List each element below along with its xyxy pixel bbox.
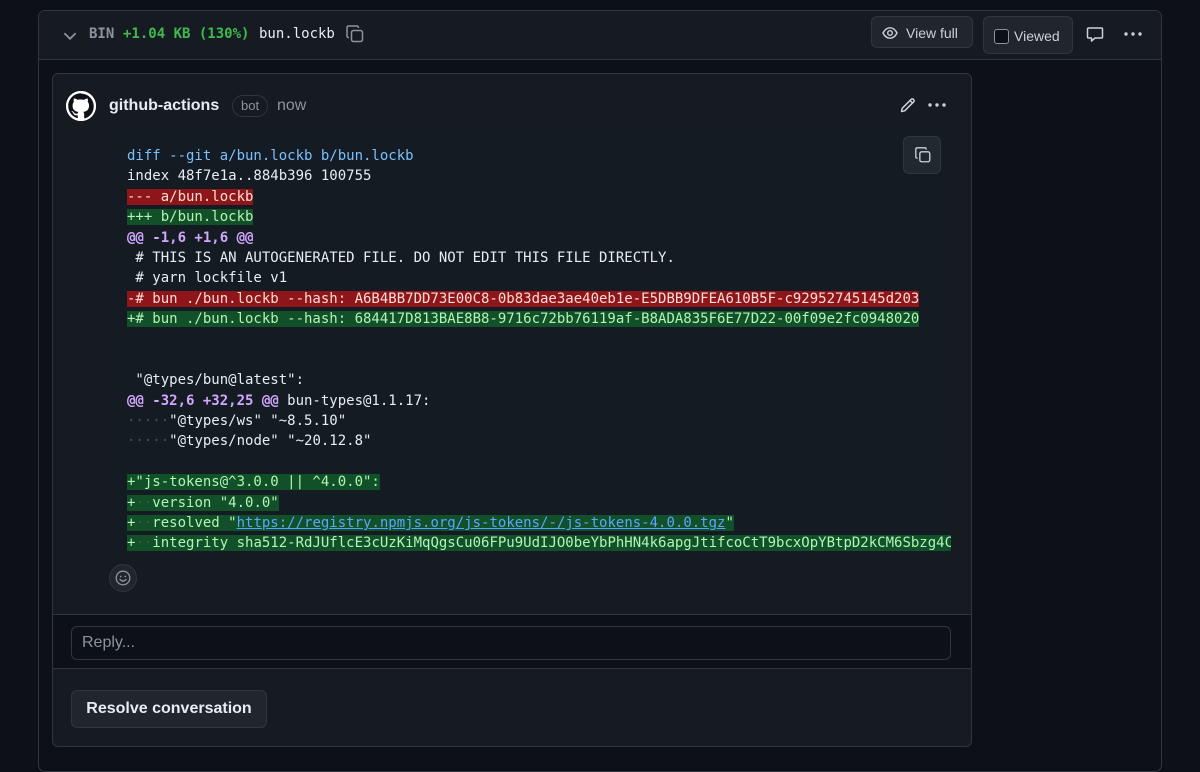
code-line-deleted: -# bun ./bun.lockb --hash: A6B4BB7DD73E0…: [127, 290, 920, 307]
add-reaction-button[interactable]: [109, 564, 137, 592]
smiley-icon: [115, 570, 131, 586]
code-line-added: +++ b/bun.lockb: [127, 209, 254, 226]
view-full-label: View full: [906, 25, 958, 41]
code-line: # yarn lockfile v1: [127, 270, 288, 287]
copy-icon: [915, 147, 931, 163]
diff-code-block: diff --git a/bun.lockb b/bun.lockb index…: [109, 126, 951, 554]
reply-area: [53, 614, 971, 669]
view-full-button[interactable]: View full: [871, 16, 973, 48]
code-line: ·····"@types/node" "~20.12.8": [127, 433, 372, 450]
code-line-added: +"js-tokens@^3.0.0 || ^4.0.0":: [127, 474, 380, 491]
eye-icon: [882, 27, 898, 39]
chevron-down-icon[interactable]: [61, 27, 79, 45]
bot-badge: bot: [232, 95, 269, 117]
code-line-added: +# bun ./bun.lockb --hash: 684417D813BAE…: [127, 311, 920, 328]
code-line: index 48f7e1a..884b396 100755: [127, 168, 372, 185]
code-line: # THIS IS AN AUTOGENERATED FILE. DO NOT …: [127, 249, 675, 266]
pencil-icon[interactable]: [899, 96, 917, 114]
file-header: BIN +1.04 KB (130%) bun.lockb View full …: [39, 11, 1161, 60]
registry-link[interactable]: https://registry.npmjs.org/js-tokens/-/j…: [237, 515, 726, 531]
hunk-header: @@ -32,6 +32,25 @@ bun-types@1.1.17:: [127, 392, 431, 409]
code-line: diff --git a/bun.lockb b/bun.lockb: [127, 148, 414, 164]
code-line-added: +··version "4.0.0": [127, 494, 279, 511]
comment-icon[interactable]: [1086, 25, 1104, 43]
file-name[interactable]: bun.lockb: [259, 26, 335, 42]
comment-author[interactable]: github-actions: [109, 97, 219, 115]
code-line-added: +··resolved "https://registry.npmjs.org/…: [127, 515, 734, 532]
review-thread: github-actions bot now diff --git a/bun.…: [52, 73, 972, 747]
viewed-toggle[interactable]: Viewed: [983, 16, 1073, 54]
github-logo-icon: [66, 91, 96, 121]
kebab-menu-icon[interactable]: [1123, 25, 1143, 43]
file-diff-box: BIN +1.04 KB (130%) bun.lockb View full …: [38, 10, 1162, 772]
resolve-conversation-button[interactable]: Resolve conversation: [71, 690, 267, 728]
hunk-header: @@ -1,6 +1,6 @@: [127, 229, 254, 246]
code-line: "@types/bun@latest":: [127, 372, 305, 389]
code-line-deleted: --- a/bun.lockb: [127, 188, 254, 205]
comment-timestamp[interactable]: now: [277, 97, 306, 115]
code-line-added: +··integrity sha512-RdJUflcE3cUzKiMqQgsC…: [127, 533, 951, 553]
viewed-checkbox[interactable]: [994, 29, 1009, 44]
copy-icon[interactable]: [345, 24, 365, 44]
kebab-menu-icon[interactable]: [927, 96, 947, 114]
binary-label: BIN: [89, 26, 115, 42]
size-change: +1.04 KB (130%): [123, 26, 250, 42]
viewed-label: Viewed: [1014, 28, 1060, 44]
reply-input[interactable]: [71, 626, 951, 660]
copy-code-button[interactable]: [903, 136, 941, 174]
avatar[interactable]: [66, 91, 96, 121]
code-line: ·····"@types/ws" "~8.5.10": [127, 413, 347, 430]
